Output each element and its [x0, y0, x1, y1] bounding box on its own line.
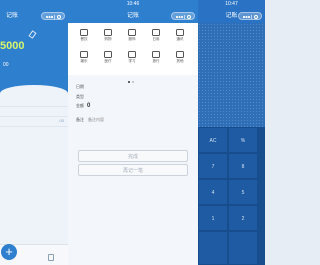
date-field[interactable]: 日期 — [76, 84, 88, 90]
key-clear[interactable]: AC — [198, 127, 228, 153]
edit-icon[interactable] — [28, 30, 37, 39]
pager-dot-active — [128, 81, 130, 83]
calculator-panel: 10:47 记账 AC % 7 8 4 5 1 2 — [198, 0, 265, 265]
key-4[interactable]: 4 — [198, 179, 228, 205]
clothes-icon — [128, 29, 136, 36]
record-panel: 10:46 记账 餐饮 购物 服饰 日用 通讯 娱乐 医疗 学习 旅行 其他 日… — [68, 0, 198, 265]
key-1[interactable]: 1 — [198, 205, 228, 231]
travel-icon — [152, 51, 160, 58]
key-9[interactable] — [258, 153, 265, 179]
more-icon[interactable] — [243, 16, 245, 18]
mini-program-capsule[interactable] — [171, 12, 195, 20]
pager-dot — [132, 81, 134, 83]
key-8[interactable]: 8 — [228, 153, 258, 179]
food-icon — [80, 29, 88, 36]
record-again-button[interactable]: 再记一笔 — [78, 164, 188, 176]
category-food[interactable]: 餐饮 — [76, 29, 92, 42]
stats-icon — [48, 254, 54, 261]
key-3[interactable] — [258, 205, 265, 231]
category-phone[interactable]: 通讯 — [172, 29, 188, 42]
category-medical[interactable]: 医疗 — [100, 51, 116, 64]
category-travel[interactable]: 旅行 — [148, 51, 164, 64]
category-pager[interactable] — [128, 70, 136, 88]
type-field[interactable]: 类型 — [76, 94, 88, 100]
key-operator[interactable] — [258, 127, 265, 153]
nav-title: 记账 — [225, 13, 238, 19]
daily-icon — [152, 29, 160, 36]
nav-title: 记账 — [126, 13, 139, 19]
status-bar — [0, 0, 68, 9]
shopping-icon — [104, 29, 112, 36]
record-row-amount[interactable]: .00 — [58, 118, 64, 123]
status-bar: 10:47 — [198, 0, 265, 9]
done-button[interactable]: 完成 — [78, 150, 188, 162]
add-record-button[interactable]: + — [1, 244, 17, 260]
header-wave — [0, 85, 68, 97]
key-bottom-right[interactable] — [258, 231, 265, 265]
category-grid: 餐饮 购物 服饰 日用 通讯 娱乐 医疗 学习 旅行 其他 — [68, 23, 198, 83]
more-icon[interactable] — [176, 16, 178, 18]
key-7[interactable]: 7 — [198, 153, 228, 179]
close-icon[interactable] — [187, 14, 191, 19]
status-time: 10:47 — [225, 1, 238, 7]
balance-value: 5000 — [0, 40, 25, 52]
key-percent[interactable]: % — [228, 127, 258, 153]
status-bar: 10:46 — [68, 0, 198, 9]
nav-bar: 记账 — [68, 9, 198, 23]
category-shopping[interactable]: 购物 — [100, 29, 116, 42]
study-icon — [128, 51, 136, 58]
key-bottom-left[interactable] — [198, 231, 228, 265]
income-value: 00 — [3, 62, 9, 68]
category-other[interactable]: 其他 — [172, 51, 188, 64]
close-icon[interactable] — [254, 14, 258, 19]
calculator-display — [198, 23, 265, 127]
other-icon — [176, 51, 184, 58]
more-icon[interactable] — [46, 16, 48, 18]
nav-bar: 记账 — [198, 9, 265, 23]
category-entertainment[interactable]: 娱乐 — [76, 51, 92, 64]
medical-icon — [104, 51, 112, 58]
key-6[interactable] — [258, 179, 265, 205]
key-5[interactable]: 5 — [228, 179, 258, 205]
mini-program-capsule[interactable] — [238, 12, 262, 20]
key-2[interactable]: 2 — [228, 205, 258, 231]
key-bottom-middle[interactable] — [228, 231, 258, 265]
mini-program-capsule[interactable] — [41, 12, 65, 20]
category-clothes[interactable]: 服饰 — [124, 29, 140, 42]
tab-stats[interactable] — [44, 254, 58, 262]
nav-title: 记账 — [6, 13, 19, 19]
amount-field[interactable]: 金额 0 — [76, 103, 90, 109]
summary-header: 记账 5000 00 — [0, 0, 68, 97]
category-study[interactable]: 学习 — [124, 51, 140, 64]
home-panel: 记账 5000 00 .00 + — [0, 0, 68, 265]
entertainment-icon — [80, 51, 88, 58]
close-icon[interactable] — [57, 14, 61, 19]
nav-bar: 记账 — [0, 9, 68, 23]
category-daily[interactable]: 日用 — [148, 29, 164, 42]
note-field[interactable]: 备注 备注内容 — [76, 117, 104, 123]
phone-icon — [176, 29, 184, 36]
status-time: 10:46 — [126, 1, 140, 7]
